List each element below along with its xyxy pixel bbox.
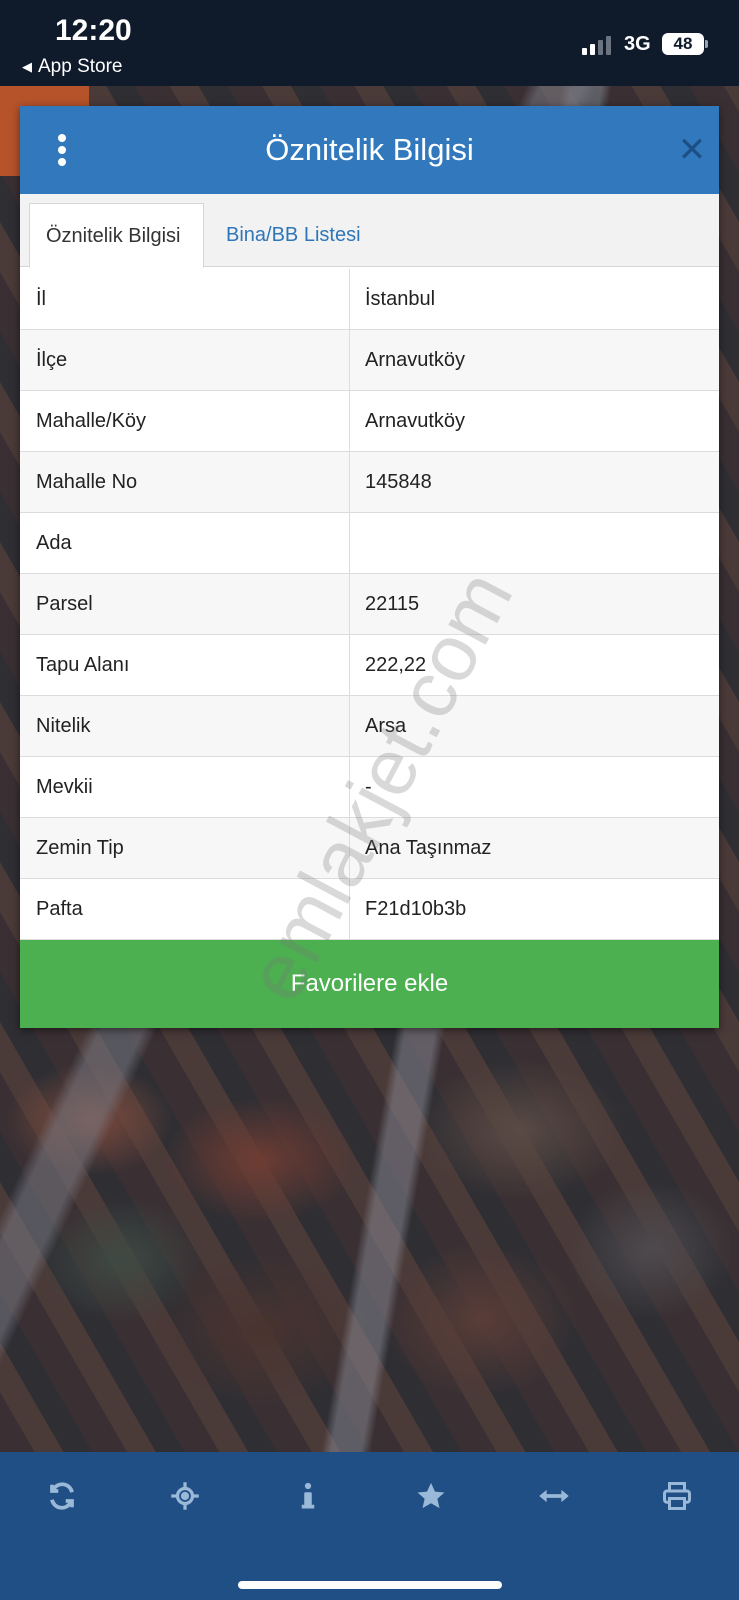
bottom-toolbar (0, 1452, 739, 1540)
row-key: Zemin Tip (20, 818, 350, 878)
battery-icon: 48 (662, 33, 704, 55)
row-key: Parsel (20, 574, 350, 634)
refresh-icon[interactable] (32, 1466, 92, 1526)
row-value: İstanbul (365, 288, 436, 310)
row-key: Nitelik (20, 696, 350, 756)
star-icon[interactable] (401, 1466, 461, 1526)
row-key: Mahalle/Köy (20, 391, 350, 451)
table-row: Parsel 22115 (20, 574, 719, 635)
add-to-favorites-button[interactable]: Favorilere ekle (20, 940, 719, 1028)
battery-tip (705, 40, 708, 48)
row-key: Mevkii (20, 757, 350, 817)
status-bar: 12:20 ◀ App Store 3G 48 (0, 0, 739, 86)
row-value: Arnavutköy (365, 349, 466, 371)
tab-building-list[interactable]: Bina/BB Listesi (210, 203, 377, 268)
tab-bar: Öznitelik Bilgisi Bina/BB Listesi (20, 194, 719, 268)
row-key: Pafta (20, 879, 350, 939)
row-value: Ana Taşınmaz (365, 837, 492, 859)
home-bar-area (0, 1540, 739, 1600)
table-row: Ada (20, 513, 719, 574)
row-value: F21d10b3b (365, 898, 467, 920)
status-time: 12:20 (55, 14, 132, 47)
measure-icon[interactable] (524, 1466, 584, 1526)
row-key: İlçe (20, 330, 350, 390)
dialog-title: Öznitelik Bilgisi (265, 132, 474, 167)
row-value: 145848 (365, 471, 432, 493)
signal-strength-icon (582, 35, 611, 55)
table-row: İl İstanbul (20, 269, 719, 330)
row-key: İl (20, 269, 350, 329)
table-row: Tapu Alanı 222,22 (20, 635, 719, 696)
row-key: Mahalle No (20, 452, 350, 512)
home-indicator[interactable] (238, 1581, 502, 1589)
table-row: Mahalle No 145848 (20, 452, 719, 513)
row-value: 22115 (365, 593, 420, 615)
back-to-app-link[interactable]: ◀ App Store (22, 56, 123, 78)
table-row: Nitelik Arsa (20, 696, 719, 757)
tab-attribute-info[interactable]: Öznitelik Bilgisi (29, 203, 204, 268)
row-value (350, 513, 719, 573)
print-icon[interactable] (647, 1466, 707, 1526)
table-row: Mevkii - (20, 757, 719, 818)
back-arrow-icon: ◀ (22, 59, 32, 74)
close-icon[interactable]: ✕ (672, 130, 712, 170)
row-value: 222,22 (365, 654, 427, 676)
back-app-label: App Store (38, 56, 123, 77)
row-value: Arnavutköy (365, 410, 466, 432)
network-type: 3G (624, 33, 651, 55)
attribute-info-dialog: Öznitelik Bilgisi ✕ Öznitelik Bilgisi Bi… (20, 106, 719, 1028)
locate-icon[interactable] (155, 1466, 215, 1526)
table-row: Pafta F21d10b3b (20, 879, 719, 940)
more-options-icon[interactable] (54, 134, 70, 166)
info-icon[interactable] (278, 1466, 338, 1526)
table-row: Mahalle/Köy Arnavutköy (20, 391, 719, 452)
attribute-table: İl İstanbul İlçe Arnavutköy Mahalle/Köy Arn… (20, 269, 719, 940)
row-value: Arsa (365, 715, 407, 737)
row-key: Tapu Alanı (20, 635, 350, 695)
table-row: İlçe Arnavutköy (20, 330, 719, 391)
table-row: Zemin Tip Ana Taşınmaz (20, 818, 719, 879)
row-key: Ada (20, 513, 350, 573)
row-value: - (365, 776, 372, 798)
dialog-header: Öznitelik Bilgisi ✕ (20, 106, 719, 194)
